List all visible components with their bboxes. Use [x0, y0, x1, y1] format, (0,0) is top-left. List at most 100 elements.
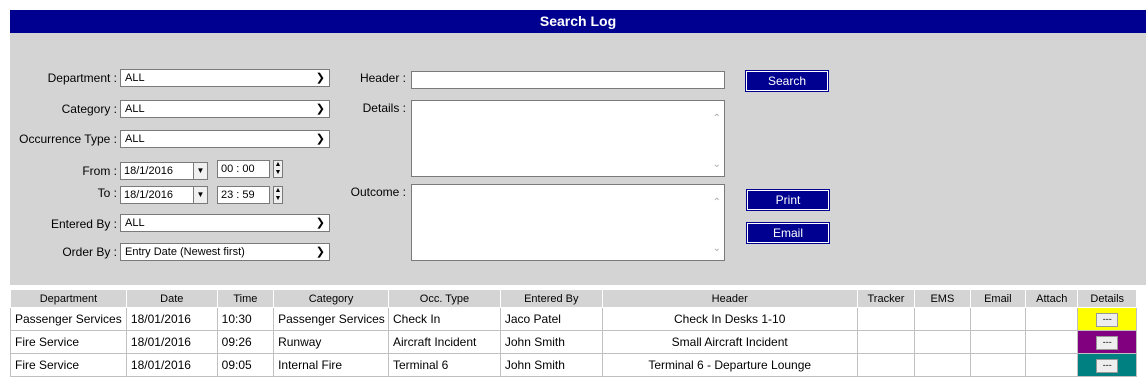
calendar-dropdown-icon[interactable]: ▼	[193, 187, 207, 203]
print-button[interactable]: Print	[746, 189, 830, 211]
details-button[interactable]: ---	[1096, 359, 1119, 373]
cell-ems	[914, 307, 971, 331]
cell-time: 10:30	[216, 307, 275, 331]
details-textarea[interactable]: ⌃ ⌄	[411, 100, 725, 177]
chevron-down-icon: ❯	[315, 217, 325, 229]
entered-by-value: ALL	[125, 217, 145, 229]
cell-date: 18/01/2016	[125, 353, 218, 377]
order-by-select[interactable]: Entry Date (Newest first) ❯	[120, 243, 330, 261]
category-label: Category :	[61, 102, 117, 116]
cell-header: Terminal 6 - Departure Lounge	[601, 353, 858, 377]
search-button[interactable]: Search	[745, 70, 829, 92]
occurrence-type-value: ALL	[125, 133, 145, 145]
table-row[interactable]: Fire Service 18/01/2016 09:05 Internal F…	[10, 353, 1137, 377]
column-header[interactable]: Details	[1077, 289, 1137, 308]
column-header[interactable]: Tracker	[856, 289, 916, 308]
order-by-label: Order By :	[62, 245, 117, 259]
order-by-value: Entry Date (Newest first)	[125, 246, 245, 258]
cell-department: Passenger Services	[10, 307, 127, 331]
column-header[interactable]: Entered By	[499, 289, 603, 308]
header-input[interactable]	[411, 71, 725, 89]
to-label: To :	[97, 186, 117, 200]
table-header-row: Department Date Time Category Occ. Type …	[10, 289, 1137, 308]
column-header[interactable]: Occ. Type	[387, 289, 501, 308]
column-header[interactable]: Email	[969, 289, 1027, 308]
to-time-field[interactable]: 23 : 59	[217, 186, 270, 204]
cell-occ-type: Terminal 6	[387, 353, 501, 377]
column-header[interactable]: EMS	[914, 289, 971, 308]
cell-entered-by: Jaco Patel	[499, 307, 603, 331]
details-label: Details :	[362, 101, 406, 115]
table-row[interactable]: Passenger Services 18/01/2016 10:30 Pass…	[10, 307, 1137, 331]
outcome-label: Outcome :	[350, 185, 406, 199]
to-time-spinner[interactable]: ▲ ▼	[273, 186, 283, 204]
scroll-up-icon[interactable]: ⌃	[713, 197, 721, 208]
column-header[interactable]: Category	[273, 289, 389, 308]
column-header[interactable]: Department	[10, 289, 127, 308]
outcome-textarea[interactable]: ⌃ ⌄	[411, 184, 725, 261]
to-date-field[interactable]: 18/1/2016 ▼	[120, 186, 208, 204]
cell-entered-by: John Smith	[499, 353, 603, 377]
cell-tracker	[856, 307, 916, 331]
column-header[interactable]: Header	[601, 289, 858, 308]
to-hour: 23	[221, 189, 234, 201]
category-value: ALL	[125, 103, 145, 115]
cell-category: Runway	[273, 330, 389, 354]
cell-category: Internal Fire	[273, 353, 389, 377]
department-select[interactable]: ALL ❯	[120, 69, 330, 87]
scroll-down-icon[interactable]: ⌄	[713, 159, 721, 170]
chevron-down-icon: ❯	[315, 246, 325, 258]
cell-tracker	[856, 353, 916, 377]
scroll-up-icon[interactable]: ⌃	[713, 113, 721, 124]
from-time-field[interactable]: 00 : 00	[217, 160, 270, 178]
to-minute: 59	[242, 189, 255, 201]
column-header[interactable]: Attach	[1025, 289, 1079, 308]
cell-details: ---	[1077, 330, 1137, 354]
details-button[interactable]: ---	[1096, 313, 1119, 327]
cell-date: 18/01/2016	[125, 330, 218, 354]
department-label: Department :	[47, 71, 117, 85]
cell-attach	[1025, 353, 1079, 377]
chevron-down-icon: ❯	[315, 103, 325, 115]
page-title: Search Log	[10, 10, 1146, 33]
cell-attach	[1025, 307, 1079, 331]
email-button[interactable]: Email	[746, 222, 830, 244]
from-hour: 00	[221, 163, 234, 175]
category-select[interactable]: ALL ❯	[120, 100, 330, 118]
cell-time: 09:26	[216, 330, 275, 354]
cell-department: Fire Service	[10, 353, 127, 377]
occurrence-type-select[interactable]: ALL ❯	[120, 130, 330, 148]
table-row[interactable]: Fire Service 18/01/2016 09:26 Runway Air…	[10, 330, 1137, 354]
cell-email	[969, 330, 1027, 354]
from-date-field[interactable]: 18/1/2016 ▼	[120, 162, 208, 180]
cell-email	[969, 353, 1027, 377]
cell-ems	[914, 353, 971, 377]
search-panel: Department : ALL ❯ Category : ALL ❯ Occu…	[10, 33, 1146, 285]
cell-details: ---	[1077, 353, 1137, 377]
cell-department: Fire Service	[10, 330, 127, 354]
column-header[interactable]: Time	[216, 289, 275, 308]
cell-details: ---	[1077, 307, 1137, 331]
column-header[interactable]: Date	[125, 289, 218, 308]
cell-entered-by: John Smith	[499, 330, 603, 354]
header-label: Header :	[359, 71, 406, 85]
cell-category: Passenger Services	[273, 307, 389, 331]
from-date-value: 18/1/2016	[124, 165, 173, 177]
cell-header: Small Aircraft Incident	[601, 330, 858, 354]
from-time-spinner[interactable]: ▲ ▼	[273, 160, 283, 178]
cell-header: Check In Desks 1-10	[601, 307, 858, 331]
from-minute: 00	[242, 163, 255, 175]
chevron-down-icon: ❯	[315, 133, 325, 145]
cell-tracker	[856, 330, 916, 354]
occurrence-type-label: Occurrence Type :	[19, 132, 117, 146]
cell-occ-type: Check In	[387, 307, 501, 331]
from-label: From :	[82, 164, 117, 178]
entered-by-select[interactable]: ALL ❯	[120, 214, 330, 232]
cell-email	[969, 307, 1027, 331]
scroll-down-icon[interactable]: ⌄	[713, 243, 721, 254]
details-button[interactable]: ---	[1096, 336, 1119, 350]
cell-attach	[1025, 330, 1079, 354]
cell-date: 18/01/2016	[125, 307, 218, 331]
cell-occ-type: Aircraft Incident	[387, 330, 501, 354]
calendar-dropdown-icon[interactable]: ▼	[193, 163, 207, 179]
